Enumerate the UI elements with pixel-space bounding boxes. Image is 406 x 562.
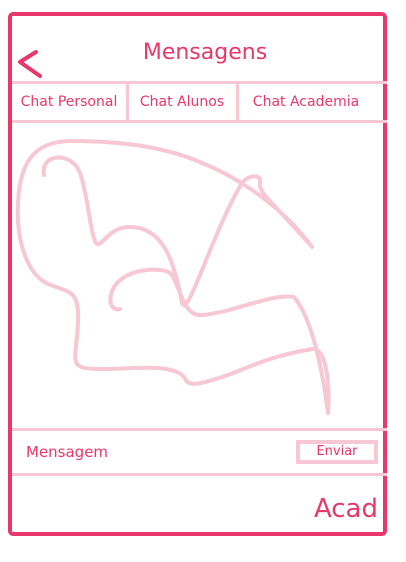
tab-chat-alunos[interactable]: Chat Alunos xyxy=(129,88,235,116)
tab-chat-personal[interactable]: Chat Personal xyxy=(14,88,124,116)
composer-top-divider xyxy=(12,428,387,431)
back-arrow-icon xyxy=(18,50,42,78)
page-title: Mensagens xyxy=(142,40,268,65)
brand-logo-text: Acad xyxy=(313,494,378,524)
header-divider xyxy=(12,81,387,84)
send-button[interactable]: Enviar xyxy=(296,440,378,464)
tab-separator xyxy=(236,84,239,120)
message-input-label[interactable]: Mensagem xyxy=(26,441,108,463)
tab-chat-academia[interactable]: Chat Academia xyxy=(240,88,372,116)
composer-bottom-divider xyxy=(12,473,387,476)
chat-messages-area xyxy=(12,123,387,428)
back-button[interactable] xyxy=(14,46,44,80)
placeholder-scribble xyxy=(15,139,331,415)
